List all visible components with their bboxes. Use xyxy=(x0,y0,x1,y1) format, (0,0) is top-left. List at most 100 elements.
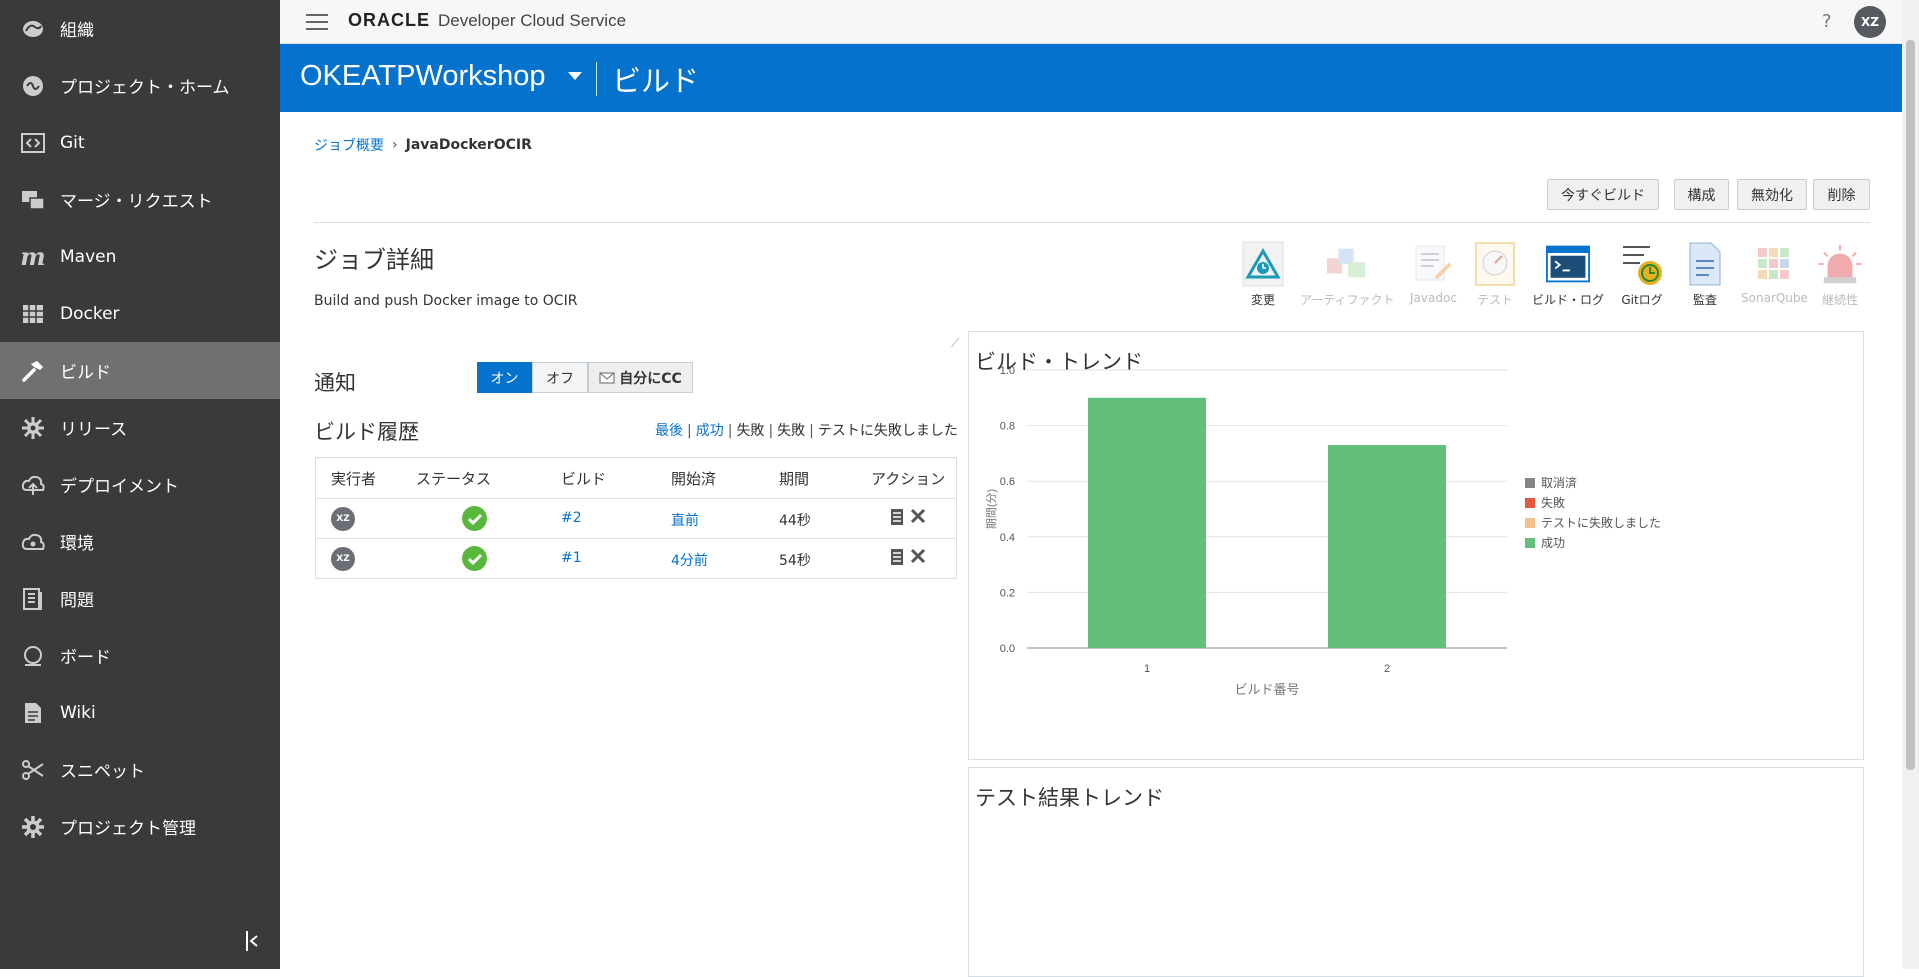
user-avatar[interactable]: XZ xyxy=(1854,6,1886,38)
board-icon xyxy=(20,643,46,669)
project-home-icon xyxy=(20,73,46,99)
chevron-right-icon: › xyxy=(392,137,398,153)
sidebar-item-maven[interactable]: m Maven xyxy=(0,228,280,285)
audit-document-icon xyxy=(1683,240,1727,288)
resize-handle-icon[interactable]: ⟋ xyxy=(951,336,959,351)
sidebar-item-organization[interactable]: 組織 xyxy=(0,0,280,57)
git-log-icon xyxy=(1620,240,1664,288)
toolbar-audit[interactable]: 監査 xyxy=(1683,240,1727,308)
build-number-link[interactable]: #2 xyxy=(561,510,582,526)
breadcrumb: ジョブ概要 › JavaDockerOCIR xyxy=(314,135,532,155)
maven-icon: m xyxy=(20,242,46,271)
top-bar: ORACLE Developer Cloud Service ? XZ xyxy=(280,0,1902,44)
page-scrollbar[interactable] xyxy=(1902,0,1919,969)
legend-label: テストに失敗しました xyxy=(1541,515,1661,530)
sidebar-item-label: プロジェクト管理 xyxy=(60,819,196,839)
test-trend-title: テスト結果トレンド xyxy=(975,786,1164,810)
toolbar-label: 監査 xyxy=(1692,293,1717,307)
view-log-icon[interactable] xyxy=(891,549,903,569)
sidebar-item-project-home[interactable]: プロジェクト・ホーム xyxy=(0,57,280,114)
filter-test-failed-link[interactable]: テストに失敗しました xyxy=(818,423,958,439)
release-icon xyxy=(20,415,46,441)
build-now-button[interactable]: 今すぐビルド xyxy=(1547,179,1659,210)
deployment-icon xyxy=(20,472,46,498)
help-icon[interactable]: ? xyxy=(1822,11,1832,32)
snippets-icon xyxy=(20,757,46,783)
column-header: ビルド xyxy=(561,470,607,488)
tests-gauge-icon xyxy=(1473,240,1517,288)
x-tick-label: 2 xyxy=(1384,663,1390,675)
filter-success-link[interactable]: 成功 xyxy=(696,423,724,439)
toolbar-artifacts[interactable]: アーティファクト xyxy=(1300,240,1395,308)
legend-label: 失敗 xyxy=(1541,495,1565,510)
sidebar-item-label: Wiki xyxy=(60,702,96,723)
envelope-icon xyxy=(599,372,615,383)
sidebar-item-git[interactable]: Git xyxy=(0,114,280,171)
sidebar-item-label: Maven xyxy=(60,246,117,267)
toolbar-tests[interactable]: テスト xyxy=(1473,240,1517,308)
sidebar-item-deployment[interactable]: デプロイメント xyxy=(0,456,280,513)
sidebar-item-build[interactable]: ビルド xyxy=(0,342,280,399)
toolbar-git-log[interactable]: Gitログ xyxy=(1620,240,1664,308)
y-tick-label: 0.2 xyxy=(1000,587,1015,599)
sidebar-item-label: ボード xyxy=(60,648,111,668)
project-dropdown-icon[interactable] xyxy=(568,72,582,80)
sidebar-item-label: Git xyxy=(60,132,85,153)
filter-last-link[interactable]: 最後 xyxy=(655,423,683,439)
sidebar-item-snippets[interactable]: スニペット xyxy=(0,741,280,798)
toolbar-changes[interactable]: 変更 xyxy=(1241,240,1285,308)
scrollbar-thumb[interactable] xyxy=(1906,40,1915,770)
table-row: XZ #2 直前 44秒 xyxy=(316,498,956,537)
notification-off-toggle[interactable]: オフ xyxy=(532,362,588,393)
column-header: アクション xyxy=(871,470,946,488)
sidebar-item-merge-requests[interactable]: マージ・リクエスト xyxy=(0,171,280,228)
build-started-link[interactable]: 4分前 xyxy=(671,550,708,570)
hamburger-menu-icon[interactable] xyxy=(306,14,328,30)
delete-build-icon[interactable] xyxy=(910,508,926,528)
x-tick-label: 1 xyxy=(1144,663,1150,675)
success-check-icon xyxy=(462,546,487,571)
collapse-sidebar-icon[interactable] xyxy=(242,928,262,954)
git-icon xyxy=(20,130,46,156)
y-tick-label: 0.8 xyxy=(1000,421,1015,433)
sidebar-item-label: ビルド xyxy=(60,363,111,383)
legend-swatch xyxy=(1525,498,1535,508)
build-hammer-icon xyxy=(20,358,46,384)
sidebar-item-issues[interactable]: 問題 xyxy=(0,570,280,627)
build-started-link[interactable]: 直前 xyxy=(671,510,699,530)
filter-failed-link[interactable]: 失敗 xyxy=(777,423,805,439)
sidebar-item-project-admin[interactable]: プロジェクト管理 xyxy=(0,798,280,855)
build-history-title: ビルド履歴 xyxy=(314,420,419,444)
toolbar-label: 変更 xyxy=(1250,293,1275,307)
delete-build-icon[interactable] xyxy=(910,548,926,568)
sidebar-item-wiki[interactable]: Wiki xyxy=(0,684,280,741)
y-tick-label: 0.4 xyxy=(1000,532,1015,544)
view-log-icon[interactable] xyxy=(891,509,903,529)
bar xyxy=(1088,397,1206,648)
toolbar-continuity[interactable]: 継続性 xyxy=(1818,240,1862,308)
project-name[interactable]: OKEATPWorkshop xyxy=(300,60,546,93)
x-axis-label: ビルド番号 xyxy=(1234,682,1299,697)
delete-button[interactable]: 削除 xyxy=(1813,179,1870,210)
toolbar-label: テスト xyxy=(1476,293,1513,307)
sidebar-item-docker[interactable]: Docker xyxy=(0,285,280,342)
toolbar-build-log[interactable]: ビルド・ログ xyxy=(1532,240,1604,308)
sidebar-item-label: 組織 xyxy=(60,21,94,41)
sidebar-item-label: プロジェクト・ホーム xyxy=(60,78,230,98)
filter-failed-link[interactable]: 失敗 xyxy=(736,423,764,439)
sidebar-item-label: 問題 xyxy=(60,591,94,611)
breadcrumb-job-overview-link[interactable]: ジョブ概要 xyxy=(314,135,384,155)
job-description: Build and push Docker image to OCIR xyxy=(314,293,578,309)
sidebar-item-board[interactable]: ボード xyxy=(0,627,280,684)
cc-me-button[interactable]: 自分にCC xyxy=(588,362,693,393)
sidebar-item-label: スニペット xyxy=(60,762,145,782)
disable-button[interactable]: 無効化 xyxy=(1737,179,1807,210)
configure-button[interactable]: 構成 xyxy=(1674,179,1729,210)
notification-on-toggle[interactable]: オン xyxy=(477,362,532,393)
build-number-link[interactable]: #1 xyxy=(561,550,582,566)
cc-me-label: 自分にCC xyxy=(619,370,682,387)
sidebar-item-environment[interactable]: 環境 xyxy=(0,513,280,570)
toolbar-sonarqube[interactable]: SonarQube xyxy=(1741,240,1808,305)
sidebar-item-release[interactable]: リリース xyxy=(0,399,280,456)
toolbar-javadoc[interactable]: Javadoc xyxy=(1410,240,1457,305)
